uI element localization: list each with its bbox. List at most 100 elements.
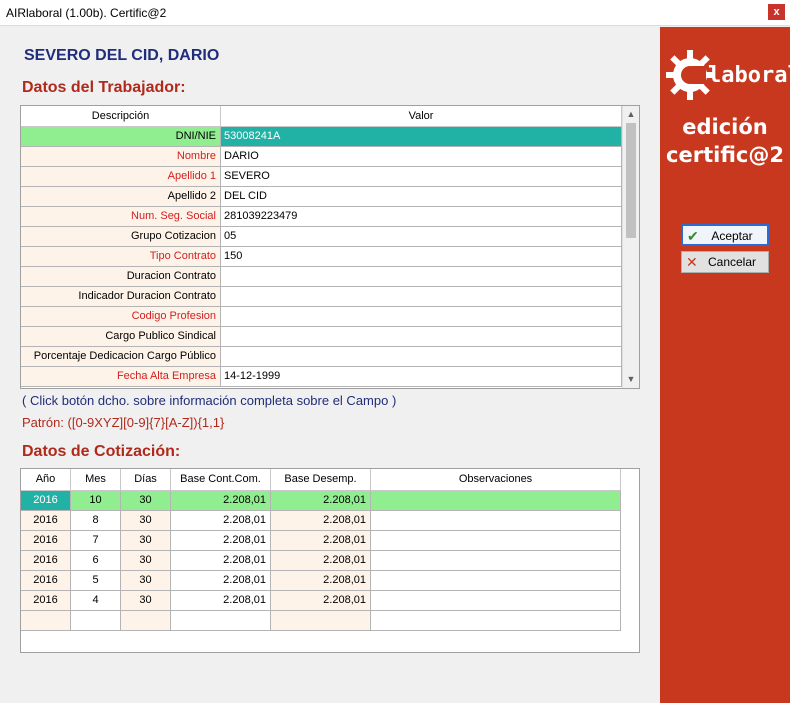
worker-field-label: Tipo Contrato: [21, 247, 221, 267]
accept-button[interactable]: ✔ Aceptar: [681, 224, 769, 246]
cotizacion-cell[interactable]: [271, 611, 371, 631]
worker-field-label: Grupo Cotizacion: [21, 227, 221, 247]
cotizacion-cell[interactable]: 30: [121, 551, 171, 571]
worker-field-label: DNI/NIE: [21, 127, 221, 147]
app-title-line1: edición: [682, 115, 768, 139]
cotizacion-cell[interactable]: 2.208,01: [271, 511, 371, 531]
field-pattern: Patrón: ([0-9XYZ][0-9]{7}[A-Z]){1,1}: [22, 415, 225, 430]
worker-field-value[interactable]: [221, 287, 622, 307]
cotizacion-cell[interactable]: [371, 491, 621, 511]
worker-field-label: Duracion Contrato: [21, 267, 221, 287]
scroll-down-icon[interactable]: ▼: [623, 371, 639, 388]
cotizacion-cell[interactable]: [371, 551, 621, 571]
cotizacion-cell[interactable]: 2.208,01: [271, 491, 371, 511]
worker-field-value[interactable]: 150: [221, 247, 622, 267]
cotizacion-cell[interactable]: 6: [71, 551, 121, 571]
column-header[interactable]: Mes: [71, 469, 121, 491]
cotizacion-cell[interactable]: [371, 531, 621, 551]
worker-data-grid[interactable]: Descripción Valor DNI/NIE 53008241A Nombre…: [20, 105, 640, 389]
worker-field-label: Codigo Profesion: [21, 307, 221, 327]
worker-field-label: Num. Seg. Social: [21, 207, 221, 227]
cancel-button-label: Cancelar: [707, 255, 757, 269]
main-panel: SEVERO DEL CID, DARIO Datos del Trabajad…: [0, 27, 660, 703]
worker-field-value[interactable]: 281039223479: [221, 207, 622, 227]
worker-field-value[interactable]: 05: [221, 227, 622, 247]
title-bar: AIRlaboral (1.00b). Certific@2 x: [0, 0, 790, 26]
scroll-up-icon[interactable]: ▲: [623, 106, 639, 123]
accept-button-label: Aceptar: [711, 229, 753, 243]
section-title-cotizacion: Datos de Cotización:: [22, 443, 181, 460]
cotizacion-cell[interactable]: 4: [71, 591, 121, 611]
cotizacion-cell[interactable]: 2.208,01: [171, 531, 271, 551]
close-button[interactable]: x: [768, 4, 785, 20]
column-header[interactable]: Año: [21, 469, 71, 491]
logo-text: laboral: [708, 63, 790, 88]
column-header[interactable]: Días: [121, 469, 171, 491]
cotizacion-cell[interactable]: [371, 511, 621, 531]
cotizacion-cell[interactable]: 2.208,01: [171, 551, 271, 571]
cotizacion-cell[interactable]: 2.208,01: [271, 571, 371, 591]
app-window: AIRlaboral (1.00b). Certific@2 x SEVERO …: [0, 0, 790, 703]
cotizacion-cell[interactable]: 2016: [21, 571, 71, 591]
cotizacion-cell[interactable]: 2016: [21, 551, 71, 571]
worker-field-value[interactable]: [221, 327, 622, 347]
cotizacion-cell[interactable]: 2.208,01: [171, 571, 271, 591]
worker-field-value[interactable]: SEVERO: [221, 167, 622, 187]
worker-grid-scrollbar[interactable]: ▲ ▼: [622, 106, 639, 388]
worker-field-value[interactable]: [221, 307, 622, 327]
cotizacion-cell[interactable]: 2016: [21, 511, 71, 531]
cotizacion-cell[interactable]: [21, 611, 71, 631]
cotizacion-cell[interactable]: 2.208,01: [171, 591, 271, 611]
cotizacion-cell[interactable]: 2.208,01: [271, 591, 371, 611]
column-header[interactable]: Observaciones: [371, 469, 621, 491]
cotizacion-cell[interactable]: [71, 611, 121, 631]
cotizacion-cell[interactable]: 8: [71, 511, 121, 531]
cotizacion-cell[interactable]: 5: [71, 571, 121, 591]
worker-field-label: Porcentaje Dedicacion Cargo Público: [21, 347, 221, 367]
worker-field-value[interactable]: DARIO: [221, 147, 622, 167]
cotizacion-cell[interactable]: 30: [121, 571, 171, 591]
cotizacion-cell[interactable]: 2016: [21, 591, 71, 611]
worker-field-label: Fecha Alta Empresa: [21, 367, 221, 387]
worker-field-value[interactable]: [221, 347, 622, 367]
cotizacion-cell[interactable]: [371, 611, 621, 631]
worker-field-label: Apellido 2: [21, 187, 221, 207]
cotizacion-cell[interactable]: [371, 571, 621, 591]
cotizacion-cell[interactable]: 2.208,01: [171, 491, 271, 511]
column-header[interactable]: Base Desemp.: [271, 469, 371, 491]
cotizacion-cell[interactable]: 30: [121, 591, 171, 611]
cotizacion-cell[interactable]: 30: [121, 491, 171, 511]
cotizacion-cell[interactable]: 2.208,01: [271, 551, 371, 571]
window-title: AIRlaboral (1.00b). Certific@2: [6, 6, 167, 20]
column-header-descripcion[interactable]: Descripción: [21, 106, 221, 127]
cotizacion-cell[interactable]: [121, 611, 171, 631]
cotizacion-cell[interactable]: [171, 611, 271, 631]
worker-field-label: Nombre: [21, 147, 221, 167]
worker-field-value[interactable]: 53008241A: [221, 127, 622, 147]
field-info-hint: ( Click botón dcho. sobre información co…: [22, 393, 397, 408]
cotizacion-cell[interactable]: 30: [121, 531, 171, 551]
cotizacion-grid[interactable]: Año Mes Días Base Cont.Com. Base Desemp. Obse…: [20, 468, 640, 653]
worker-field-label: Indicador Duracion Contrato: [21, 287, 221, 307]
cancel-button[interactable]: ✕ Cancelar: [681, 251, 769, 273]
app-title-line2: certific@2: [666, 143, 784, 167]
cotizacion-cell[interactable]: 2016: [21, 491, 71, 511]
worker-name: SEVERO DEL CID, DARIO: [24, 47, 220, 64]
worker-field-value[interactable]: 14-12-1999: [221, 367, 622, 387]
worker-field-value[interactable]: DEL CID: [221, 187, 622, 207]
cotizacion-cell[interactable]: 30: [121, 511, 171, 531]
worker-field-label: Apellido 1: [21, 167, 221, 187]
scroll-thumb[interactable]: [626, 123, 636, 238]
cotizacion-cell[interactable]: 10: [71, 491, 121, 511]
cotizacion-cell[interactable]: 7: [71, 531, 121, 551]
cotizacion-cell[interactable]: 2016: [21, 531, 71, 551]
column-header[interactable]: Base Cont.Com.: [171, 469, 271, 491]
column-header-valor[interactable]: Valor: [221, 106, 622, 127]
cotizacion-cell[interactable]: 2.208,01: [171, 511, 271, 531]
section-title-trabajador: Datos del Trabajador:: [22, 79, 186, 96]
brand-panel: laboral edición certific@2 ✔ Aceptar ✕ C…: [660, 27, 790, 703]
worker-field-value[interactable]: [221, 267, 622, 287]
cotizacion-cell[interactable]: 2.208,01: [271, 531, 371, 551]
cotizacion-cell[interactable]: [371, 591, 621, 611]
worker-field-label: Cargo Publico Sindical: [21, 327, 221, 347]
